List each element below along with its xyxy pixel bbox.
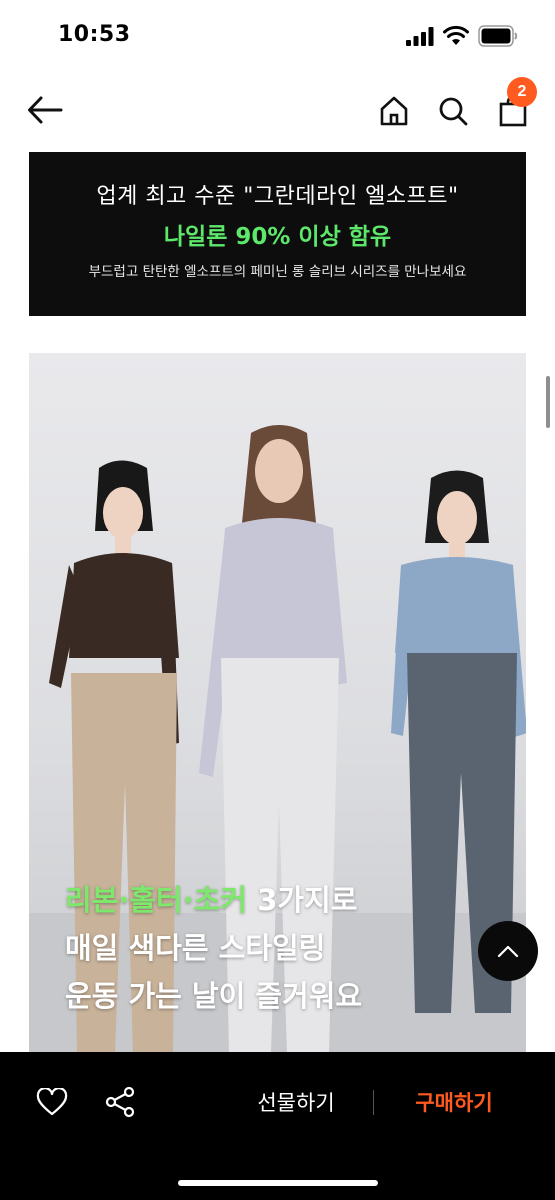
wifi-icon xyxy=(443,25,469,45)
signal-icon xyxy=(406,27,434,46)
search-button[interactable] xyxy=(434,92,472,130)
promo-highlight: 나일론 90% 이상 함유 xyxy=(163,224,392,250)
button-divider xyxy=(373,1090,374,1115)
back-button[interactable] xyxy=(24,92,66,128)
gift-button[interactable]: 선물하기 xyxy=(240,1082,352,1122)
product-caption: 리본·홀터·초커 3가지로 매일 색다른 스타일링 운동 가는 날이 즐거워요 xyxy=(65,876,362,1020)
promo-banner: 업계 최고 수준 "그란데라인 엘소프트" 나일론 90% 이상 함유 부드럽고… xyxy=(29,152,526,316)
share-button[interactable] xyxy=(100,1082,140,1122)
wishlist-button[interactable] xyxy=(32,1082,72,1122)
home-indicator xyxy=(178,1180,378,1186)
chevron-up-icon xyxy=(497,945,519,958)
heart-icon xyxy=(36,1088,68,1116)
cart-count-badge: 2 xyxy=(507,77,537,107)
back-arrow-icon xyxy=(28,96,63,124)
scroll-to-top-button[interactable] xyxy=(478,921,538,981)
caption-line1-rest: 3가지로 xyxy=(247,883,358,917)
caption-line3: 운동 가는 날이 즐거워요 xyxy=(65,979,363,1013)
status-bar: 10:53 xyxy=(0,0,555,74)
bottom-action-bar: 선물하기 구매하기 xyxy=(0,1052,555,1200)
scrollbar[interactable] xyxy=(546,376,550,428)
buy-button[interactable]: 구매하기 xyxy=(398,1082,510,1122)
home-icon xyxy=(380,96,408,126)
top-nav-bar xyxy=(0,74,555,146)
search-icon xyxy=(439,97,468,126)
caption-highlight: 리본·홀터·초커 xyxy=(65,883,248,917)
promo-description: 부드럽고 탄탄한 엘소프트의 페미닌 롱 슬리브 시리즈를 만나보세요 xyxy=(88,264,467,280)
status-time: 10:53 xyxy=(58,22,131,47)
caption-line1: 리본·홀터·초커 3가지로 xyxy=(65,876,362,924)
product-image: 리본·홀터·초커 3가지로 매일 색다른 스타일링 운동 가는 날이 즐거워요 xyxy=(29,353,526,1053)
battery-icon xyxy=(478,25,518,47)
share-icon xyxy=(105,1086,135,1118)
promo-headline: 업계 최고 수준 "그란데라인 엘소프트" xyxy=(96,184,459,209)
caption-line2: 매일 색다른 스타일링 xyxy=(65,931,326,965)
home-button[interactable] xyxy=(375,92,413,130)
